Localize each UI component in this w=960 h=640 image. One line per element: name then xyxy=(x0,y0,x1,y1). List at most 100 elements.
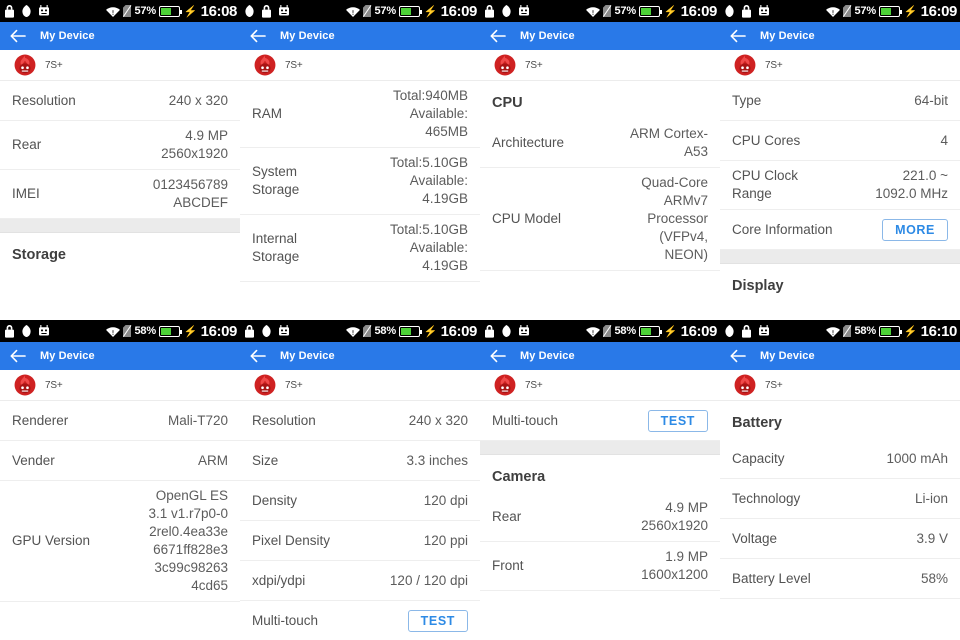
charging-bolt-icon: ⚡ xyxy=(663,325,678,338)
clock-text: 16:09 xyxy=(680,322,718,340)
app-header: 7S+ xyxy=(480,370,720,401)
antutu-flame-logo xyxy=(14,54,36,76)
list-row[interactable]: Architecture ARM Cortex- A53 xyxy=(480,119,720,168)
list-row-action[interactable]: Core Information MORE xyxy=(720,210,960,250)
info-list: Renderer Mali-T720 Vender ARM GPU Version Ope… xyxy=(0,401,240,640)
row-label: RAM xyxy=(252,106,282,121)
status-bar-right-icons: 57% ⚡ 16:09 xyxy=(585,4,717,19)
wifi-icon xyxy=(825,326,840,337)
toolbar-title: My Device xyxy=(760,350,815,362)
back-arrow-icon[interactable] xyxy=(730,349,746,363)
info-list: Battery Capacity 1000 mAh Technology Li-ion V… xyxy=(720,401,960,640)
list-row[interactable]: RAM Total:940MB Available: 465MB xyxy=(240,81,480,148)
row-value: 120 ppi xyxy=(423,532,468,548)
battery-icon xyxy=(878,325,903,337)
list-row[interactable]: CPU Model Quad-Core ARMv7 Processor (VFPv4, N… xyxy=(480,168,720,271)
back-arrow-icon[interactable] xyxy=(10,349,26,363)
signal-no-sim-icon xyxy=(842,325,851,337)
row-value: 1.9 MP 1600x1200 xyxy=(641,549,708,582)
screenshot-grid: 57% ⚡ 16:08 My Device 7S+ Resolution 240 x 320… xyxy=(0,0,960,640)
battery-icon xyxy=(158,325,183,337)
list-row[interactable]: Vender ARM xyxy=(0,441,240,481)
status-bar-right-icons: 58% ⚡ 16:09 xyxy=(105,324,237,339)
row-value: 120 dpi xyxy=(423,492,468,508)
device-name-label: 7S+ xyxy=(285,59,303,71)
list-row-action[interactable]: Multi-touch TEST xyxy=(240,601,480,640)
status-bar-left-icons xyxy=(484,4,530,18)
toolbar-title: My Device xyxy=(520,350,575,362)
lock-icon xyxy=(485,4,494,18)
android-robot-icon xyxy=(279,325,289,336)
lock-icon xyxy=(5,324,14,338)
status-bar-right-icons: 57% ⚡ 16:09 xyxy=(345,4,477,19)
back-arrow-icon[interactable] xyxy=(250,349,266,363)
list-row[interactable]: Pixel Density 120 ppi xyxy=(240,521,480,561)
list-row[interactable]: Internal Storage Total:5.10GB Available: 4.1… xyxy=(240,215,480,282)
row-label: IMEI xyxy=(12,186,40,201)
list-row[interactable]: Size 3.3 inches xyxy=(240,441,480,481)
device-info-panel: 57% ⚡ 16:09 My Device 7S+ RAM Total:940MB Avail… xyxy=(240,0,480,320)
row-value: 0123456789 ABCDEF xyxy=(152,177,228,210)
status-bar: 58% ⚡ 16:10 xyxy=(720,320,960,342)
row-value: 1000 mAh xyxy=(886,450,948,466)
lock-icon xyxy=(742,324,751,338)
list-row[interactable]: GPU Version OpenGL ES 3.1 v1.r7p0-0 2rel0.4… xyxy=(0,481,240,602)
list-row[interactable]: CPU Clock Range 221.0 ~1092.0 MHz xyxy=(720,161,960,210)
row-label: Architecture xyxy=(492,135,565,150)
list-row[interactable]: IMEI 0123456789 ABCDEF xyxy=(0,170,240,219)
row-value: 3.9 V xyxy=(916,530,948,546)
list-row[interactable]: Renderer Mali-T720 xyxy=(0,401,240,441)
list-row[interactable]: Type 64-bit xyxy=(720,81,960,121)
toolbar-title: My Device xyxy=(760,30,815,42)
list-row[interactable]: Resolution 240 x 320 xyxy=(240,401,480,441)
list-row[interactable]: Rear 4.9 MP 2560x1920 xyxy=(480,493,720,542)
back-arrow-icon[interactable] xyxy=(490,29,506,43)
battery-icon xyxy=(638,325,663,337)
toolbar-title: My Device xyxy=(280,350,335,362)
row-label: Internal Storage xyxy=(252,231,300,264)
back-arrow-icon[interactable] xyxy=(490,349,506,363)
row-label: Capacity xyxy=(732,450,785,466)
android-robot-icon xyxy=(279,5,289,16)
charging-bolt-icon: ⚡ xyxy=(423,325,438,338)
list-row[interactable]: xdpi/ydpi 120 / 120 dpi xyxy=(240,561,480,601)
android-robot-icon xyxy=(759,5,769,16)
list-row[interactable]: Rear 4.9 MP 2560x1920 xyxy=(0,121,240,170)
list-row[interactable]: Capacity 1000 mAh xyxy=(720,439,960,479)
row-label: CPU Model xyxy=(492,211,562,226)
status-bar-left-icons xyxy=(484,324,530,338)
list-row[interactable]: CPU Cores 4 xyxy=(720,121,960,161)
row-label: CPU Cores xyxy=(732,132,801,148)
back-arrow-icon[interactable] xyxy=(730,29,746,43)
list-row[interactable]: System Storage Total:5.10GB Available: 4.19G… xyxy=(240,148,480,215)
list-row[interactable]: Voltage 3.9 V xyxy=(720,519,960,559)
back-arrow-icon[interactable] xyxy=(10,29,26,43)
status-bar-right-icons: 58% ⚡ 16:09 xyxy=(585,322,718,340)
shield-circle-icon xyxy=(22,5,31,17)
info-list: Multi-touch TEST Camera Rear 4.9 MP 2560x1920… xyxy=(480,401,720,640)
battery-percent-text: 58% xyxy=(614,325,637,337)
device-name-label: 7S+ xyxy=(765,379,783,391)
status-bar: 57% ⚡ 16:09 xyxy=(480,0,720,22)
row-value: Total:940MB Available: 465MB xyxy=(392,88,468,139)
row-label: Type xyxy=(732,92,762,108)
info-list: Resolution 240 x 320 Size 3.3 inches Density… xyxy=(240,401,480,640)
battery-icon xyxy=(878,5,903,17)
signal-no-sim-icon xyxy=(842,5,851,17)
list-row[interactable]: Resolution 240 x 320 xyxy=(0,81,240,121)
lock-icon xyxy=(262,4,271,18)
row-action-button[interactable]: MORE xyxy=(882,218,948,241)
list-row[interactable]: Technology Li-ion xyxy=(720,479,960,519)
status-bar-left-icons xyxy=(244,4,290,18)
row-label: System Storage xyxy=(252,164,300,197)
back-arrow-icon[interactable] xyxy=(250,29,266,43)
row-action-button[interactable]: TEST xyxy=(647,409,708,432)
list-row[interactable]: Density 120 dpi xyxy=(240,481,480,521)
list-row[interactable]: Battery Level 58% xyxy=(720,559,960,599)
list-row-action[interactable]: Multi-touch TEST xyxy=(480,401,720,441)
row-action-button[interactable]: TEST xyxy=(407,609,468,632)
list-row[interactable]: Front 1.9 MP 1600x1200 xyxy=(480,542,720,591)
signal-no-sim-icon xyxy=(602,5,611,17)
device-info-panel: 58% ⚡ 16:09 My Device 7S+ Multi-touch TEST Came… xyxy=(480,320,720,640)
row-label: GPU Version xyxy=(12,533,91,548)
